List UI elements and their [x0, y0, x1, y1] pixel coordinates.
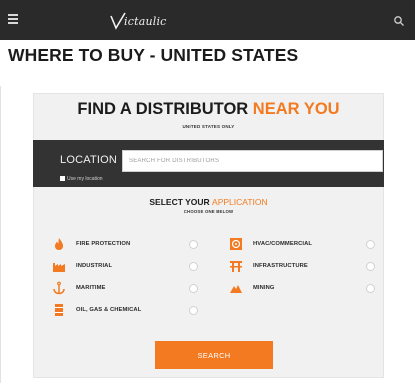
option-hvac-commercial[interactable]: HVAC/COMMERCIAL	[229, 237, 389, 251]
logo-wordmark: ictaulic	[124, 15, 167, 28]
option-radio[interactable]	[366, 262, 375, 271]
use-location-label: Use my location	[67, 176, 103, 182]
victaulic-logo[interactable]: ictaulic	[110, 12, 174, 30]
hvac-icon	[229, 237, 243, 251]
option-label: FIRE PROTECTION	[76, 241, 131, 247]
option-industrial[interactable]: INDUSTRIAL	[52, 259, 212, 273]
hamburger-menu-icon[interactable]	[8, 14, 18, 24]
option-label: HVAC/COMMERCIAL	[253, 241, 313, 247]
distributor-finder-card	[33, 93, 384, 378]
top-navigation-bar: ictaulic	[0, 0, 415, 40]
fire-icon	[52, 237, 66, 251]
option-label: INDUSTRIAL	[76, 263, 113, 269]
option-radio[interactable]	[189, 284, 198, 293]
search-icon[interactable]	[393, 14, 405, 26]
oil-barrel-icon	[52, 303, 66, 317]
option-radio[interactable]	[366, 240, 375, 249]
option-oil-gas-chemical[interactable]: OIL, GAS & CHEMICAL	[52, 303, 212, 317]
option-radio[interactable]	[189, 240, 198, 249]
option-mining[interactable]: MINING	[229, 281, 389, 295]
location-label: LOCATION	[60, 154, 118, 166]
application-title: SELECT YOUR APPLICATION	[33, 197, 384, 207]
infrastructure-icon	[229, 259, 243, 273]
option-label: OIL, GAS & CHEMICAL	[76, 307, 142, 313]
option-label: MINING	[253, 285, 275, 291]
location-search-input[interactable]	[122, 150, 383, 172]
finder-title-accent: NEAR YOU	[252, 100, 340, 118]
mining-icon	[229, 281, 243, 295]
search-button[interactable]: SEARCH	[155, 341, 273, 369]
use-location-checkbox[interactable]	[60, 176, 65, 182]
use-my-location[interactable]: Use my location	[60, 176, 103, 182]
option-radio[interactable]	[189, 262, 198, 271]
option-label: MARITIME	[76, 285, 106, 291]
option-maritime[interactable]: MARITIME	[52, 281, 212, 295]
finder-title-main: FIND A DISTRIBUTOR	[77, 100, 253, 118]
application-subtitle: CHOOSE ONE BELOW	[183, 209, 234, 214]
option-radio[interactable]	[366, 284, 375, 293]
option-radio[interactable]	[189, 306, 198, 315]
factory-icon	[52, 259, 66, 273]
option-infrastructure[interactable]: INFRASTRUCTURE	[229, 259, 389, 273]
anchor-icon	[52, 281, 66, 295]
finder-title: FIND A DISTRIBUTOR NEAR YOU	[33, 100, 384, 119]
finder-subtitle: UNITED STATES ONLY	[182, 124, 235, 129]
option-label: INFRASTRUCTURE	[253, 263, 308, 269]
application-title-main: SELECT YOUR	[149, 197, 213, 207]
option-fire-protection[interactable]: FIRE PROTECTION	[52, 237, 212, 251]
page-title: WHERE TO BUY - UNITED STATES	[8, 45, 299, 65]
application-title-accent: APPLICATION	[212, 197, 268, 207]
